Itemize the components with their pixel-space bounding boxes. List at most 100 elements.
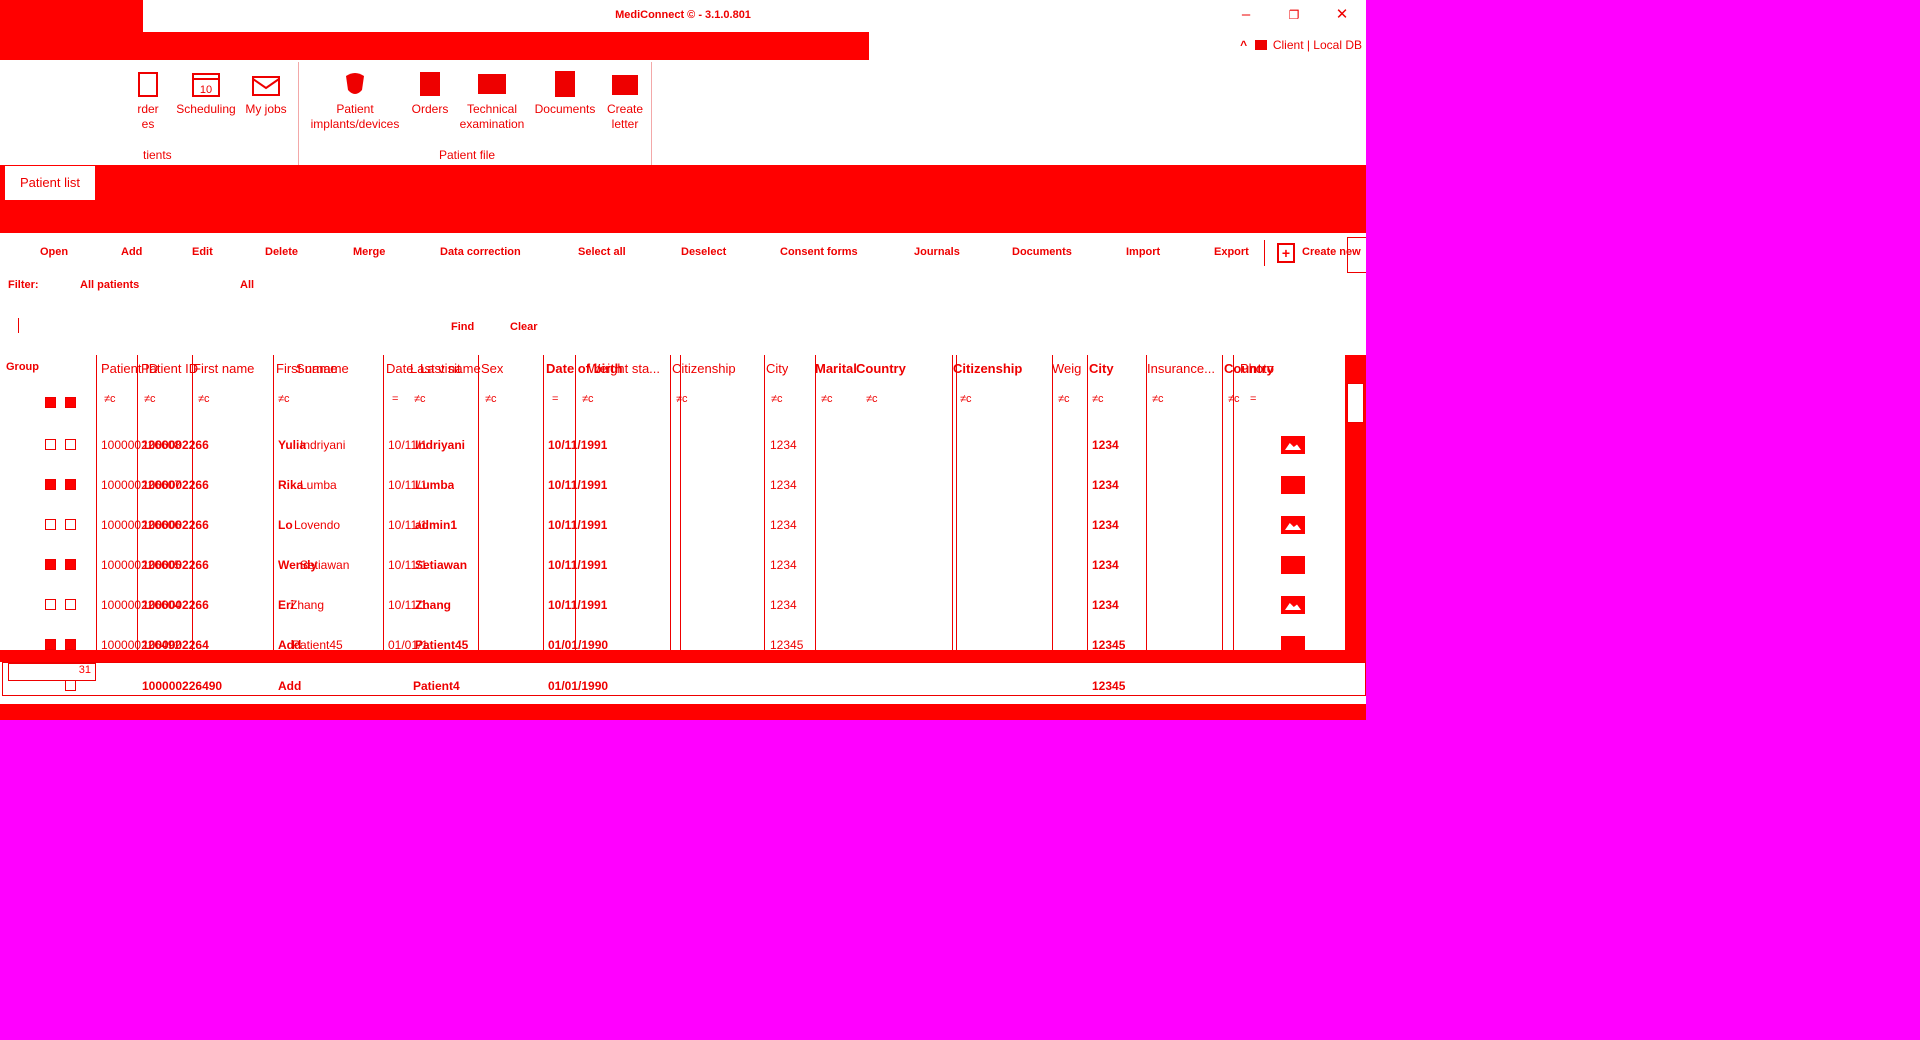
col-first-name[interactable]: First name xyxy=(193,361,254,376)
filter-op-icon[interactable]: ≠c xyxy=(198,393,210,405)
ribbon-separator xyxy=(651,62,652,165)
filter-op-icon[interactable]: ≠c xyxy=(866,393,878,405)
filter-op-icon[interactable]: ≠c xyxy=(278,393,290,405)
orders-button[interactable]: Orders xyxy=(408,70,452,117)
filter-op-icon[interactable]: ≠c xyxy=(821,393,833,405)
search-input[interactable] xyxy=(18,318,19,333)
table-row[interactable]: 100000226608 1000002266 Yulia Indriyani … xyxy=(0,426,1346,466)
row-check-a[interactable] xyxy=(45,439,56,450)
col-marital[interactable]: Marital xyxy=(815,361,857,376)
col-city[interactable]: City xyxy=(766,361,788,376)
scheduling-button[interactable]: 10 Scheduling xyxy=(172,70,240,117)
import-button[interactable]: Import xyxy=(1126,246,1160,258)
filter-op-icon[interactable]: ≠c xyxy=(104,393,116,405)
open-button[interactable]: Open xyxy=(40,246,68,258)
col-city-b[interactable]: City xyxy=(1089,361,1114,376)
col-weight[interactable]: Weight xyxy=(1052,361,1082,376)
col-citizenship[interactable]: Citizenship xyxy=(672,361,760,376)
close-button[interactable]: ✕ xyxy=(1328,4,1356,26)
row-check-b[interactable] xyxy=(65,479,76,490)
filter-op-icon[interactable]: ≠c xyxy=(485,393,497,405)
photo-icon[interactable] xyxy=(1281,516,1305,534)
find-button[interactable]: Find xyxy=(451,321,474,333)
filter-op-icon[interactable]: ≠c xyxy=(960,393,972,405)
technical-exam-button[interactable]: Technical examination xyxy=(458,70,526,132)
row-check-b[interactable] xyxy=(65,599,76,610)
create-letter-button[interactable]: Create letter xyxy=(602,70,648,132)
filter-eq-icon[interactable]: = xyxy=(1250,393,1256,405)
col-photo[interactable]: Photo xyxy=(1240,361,1274,376)
filter-op-icon[interactable]: ≠c xyxy=(771,393,783,405)
restore-button[interactable]: ❐ xyxy=(1280,4,1308,26)
table-row[interactable]: 100000226606 1000002266 Lo Lovendo 10/11… xyxy=(0,506,1346,546)
order-button[interactable]: rder es xyxy=(128,70,168,132)
filter-scope-select[interactable]: All patients xyxy=(80,279,139,291)
row-check-a[interactable] xyxy=(45,519,56,530)
scroll-thumb[interactable] xyxy=(1347,383,1364,423)
filter-op-icon[interactable]: ≠c xyxy=(414,393,426,405)
row-check-b[interactable] xyxy=(65,559,76,570)
filter-value-select[interactable]: All xyxy=(240,279,254,291)
ribbon-tab-strip[interactable] xyxy=(143,32,869,60)
filter-op-icon[interactable]: ≠c xyxy=(1092,393,1104,405)
col-insurance[interactable]: Insurance... xyxy=(1147,361,1219,376)
col-country[interactable]: Country xyxy=(856,361,906,376)
col-surname[interactable]: Surname xyxy=(296,361,349,376)
cell-patient-id-b: 1000002266 xyxy=(142,598,209,612)
photo-icon[interactable] xyxy=(1281,436,1305,454)
toolbar-overflow[interactable] xyxy=(1347,237,1366,273)
col-group[interactable]: Group xyxy=(6,361,39,373)
minimize-button[interactable]: – xyxy=(1232,4,1260,26)
group-filter-check-b[interactable] xyxy=(65,397,76,408)
photo-icon[interactable] xyxy=(1281,596,1305,614)
cell-dob: 10/11/1991 xyxy=(548,518,608,532)
photo-icon[interactable] xyxy=(1281,476,1305,494)
row-check-b[interactable] xyxy=(65,639,76,650)
documents-button[interactable]: Documents xyxy=(1012,246,1072,258)
delete-button[interactable]: Delete xyxy=(265,246,298,258)
window-title: MediConnect © - 3.1.0.801 xyxy=(615,9,751,21)
col-weight-status[interactable]: Weight sta... xyxy=(588,361,668,376)
clear-button[interactable]: Clear xyxy=(510,321,538,333)
row-check-a[interactable] xyxy=(45,639,56,650)
filter-op-icon[interactable]: ≠c xyxy=(1228,393,1240,405)
filter-op-icon[interactable]: ≠c xyxy=(144,393,156,405)
deselect-button[interactable]: Deselect xyxy=(681,246,726,258)
connection-label: Client | Local DB xyxy=(1272,38,1362,52)
photo-icon[interactable] xyxy=(1281,556,1305,574)
tab-patient-list[interactable]: Patient list xyxy=(5,166,95,200)
summary-check[interactable] xyxy=(65,680,76,691)
row-check-a[interactable] xyxy=(45,599,56,610)
collapse-ribbon-icon[interactable]: ^ xyxy=(1240,38,1247,52)
documents-ribbon-button[interactable]: Documents xyxy=(530,70,600,117)
table-row[interactable]: 100000226605 1000002266 Wendy Setiawan 1… xyxy=(0,546,1346,586)
filter-op-icon[interactable]: ≠c xyxy=(582,393,594,405)
table-row[interactable]: 100000226604 1000002266 Eri Zhang 10/11/… xyxy=(0,586,1346,626)
journals-button[interactable]: Journals xyxy=(914,246,960,258)
filter-op-icon[interactable]: ≠c xyxy=(1058,393,1070,405)
row-check-a[interactable] xyxy=(45,479,56,490)
add-button[interactable]: Add xyxy=(121,246,142,258)
export-button[interactable]: Export xyxy=(1214,246,1249,258)
col-patient-id-b[interactable]: Patient ID xyxy=(141,361,198,376)
filter-op-icon[interactable]: ≠c xyxy=(676,393,688,405)
consent-forms-button[interactable]: Consent forms xyxy=(780,246,858,258)
my-jobs-button[interactable]: My jobs xyxy=(242,70,290,117)
edit-button[interactable]: Edit xyxy=(192,246,213,258)
patient-implants-button[interactable]: Patient implants/devices xyxy=(304,70,406,132)
filter-eq-icon[interactable]: = xyxy=(392,393,398,405)
row-check-b[interactable] xyxy=(65,519,76,530)
filter-eq-icon[interactable]: = xyxy=(552,393,558,405)
toolbar-separator xyxy=(1264,240,1265,266)
select-all-button[interactable]: Select all xyxy=(578,246,626,258)
filter-op-icon[interactable]: ≠c xyxy=(1152,393,1164,405)
col-citizenship-b[interactable]: Citizenship xyxy=(953,361,1022,376)
merge-button[interactable]: Merge xyxy=(353,246,385,258)
col-sex[interactable]: Sex xyxy=(481,361,503,376)
row-check-b[interactable] xyxy=(65,439,76,450)
row-check-a[interactable] xyxy=(45,559,56,570)
data-correction-button[interactable]: Data correction xyxy=(440,246,521,258)
group-filter-check-a[interactable] xyxy=(45,397,56,408)
table-row[interactable]: 100000226607 1000002266 Rika Lumba 10/11… xyxy=(0,466,1346,506)
col-last-name[interactable]: Last name xyxy=(420,361,481,376)
